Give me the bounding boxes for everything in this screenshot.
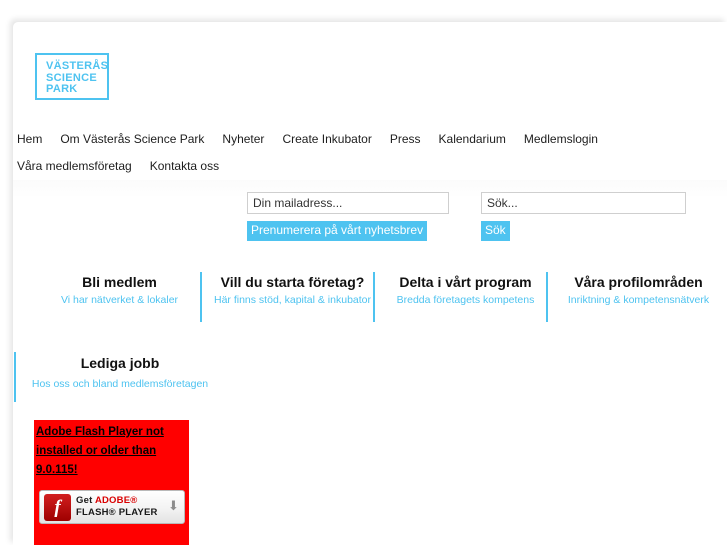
nav-item-om-vasteras-science-park[interactable]: Om Västerås Science Park: [51, 126, 213, 153]
flash-warning-message: Adobe Flash Player not installed or olde…: [36, 426, 164, 476]
primary-navigation: Hem Om Västerås Science Park Nyheter Create…: [8, 126, 721, 180]
promo-subtitle: Vi har nätverket & lokaler: [60, 294, 179, 306]
promo-bli-medlem[interactable]: Bli medlem Vi har nätverket & lokaler: [27, 272, 200, 322]
flash-badge-get: Get: [76, 495, 95, 506]
flash-badge-label: Get ADOBE® FLASH® PLAYER: [76, 495, 158, 519]
page-content-area: VÄSTERÅS SCIENCE PARK Hem Om Västerås Sci…: [13, 22, 727, 545]
newsletter-email-input[interactable]: [247, 192, 449, 214]
nav-item-medlemslogin[interactable]: Medlemslogin: [515, 126, 607, 153]
search-form: Sök: [481, 192, 686, 241]
promo-title: Vill du starta företag?: [220, 274, 365, 290]
flash-logo-icon: f: [44, 494, 71, 521]
nav-item-nyheter[interactable]: Nyheter: [213, 126, 273, 153]
promo-lediga-jobb[interactable]: Lediga jobb Hos oss och bland medlemsför…: [14, 352, 214, 402]
nav-item-kalendarium[interactable]: Kalendarium: [430, 126, 515, 153]
nav-item-vara-medlemsforetag[interactable]: Våra medlemsföretag: [8, 153, 141, 180]
promo-vara-profilomraden[interactable]: Våra profilområden Inriktning & kompeten…: [546, 272, 719, 322]
promo-starta-foretag[interactable]: Vill du starta företag? Här finns stöd, …: [200, 272, 373, 322]
promo-subtitle: Inriktning & kompetensnätverk: [567, 294, 710, 306]
promo-title: Bli medlem: [82, 274, 157, 290]
promo-title: Delta i vårt program: [399, 274, 532, 290]
search-submit-button[interactable]: Sök: [481, 221, 510, 241]
jobs-title: Lediga jobb: [80, 355, 160, 371]
nav-item-kontakta-oss[interactable]: Kontakta oss: [141, 153, 228, 180]
flash-player-warning: Adobe Flash Player not installed or olde…: [34, 420, 189, 545]
newsletter-subscribe-button[interactable]: Prenumerera på vårt nyhetsbrev: [247, 221, 428, 241]
search-input[interactable]: [481, 192, 686, 214]
site-logo-text: VÄSTERÅS SCIENCE PARK: [46, 60, 109, 95]
get-adobe-flash-player-button[interactable]: f Get ADOBE® FLASH® PLAYER ⬇: [39, 490, 185, 524]
promo-subtitle: Här finns stöd, kapital & inkubator: [214, 294, 371, 306]
promo-delta-i-vart-program[interactable]: Delta i vårt program Bredda företagets k…: [373, 272, 546, 322]
promo-columns: Bli medlem Vi har nätverket & lokaler Vi…: [27, 272, 719, 322]
nav-item-press[interactable]: Press: [381, 126, 430, 153]
jobs-subtitle: Hos oss och bland medlemsföretagen: [31, 378, 209, 390]
promo-subtitle: Bredda företagets kompetens: [396, 294, 535, 306]
newsletter-form: Prenumerera på vårt nyhetsbrev: [247, 192, 449, 241]
nav-item-hem[interactable]: Hem: [8, 126, 51, 153]
flash-badge-adobe: ADOBE®: [94, 495, 138, 506]
site-logo[interactable]: VÄSTERÅS SCIENCE PARK: [35, 53, 109, 100]
flash-logo-glyph: f: [54, 497, 61, 518]
browser-viewport: VÄSTERÅS SCIENCE PARK Hem Om Västerås Sci…: [0, 0, 727, 545]
promo-title: Våra profilområden: [574, 274, 703, 290]
nav-item-create-inkubator[interactable]: Create Inkubator: [273, 126, 380, 153]
download-arrow-icon: ⬇: [168, 498, 179, 513]
flash-badge-player: FLASH® PLAYER: [76, 507, 158, 518]
